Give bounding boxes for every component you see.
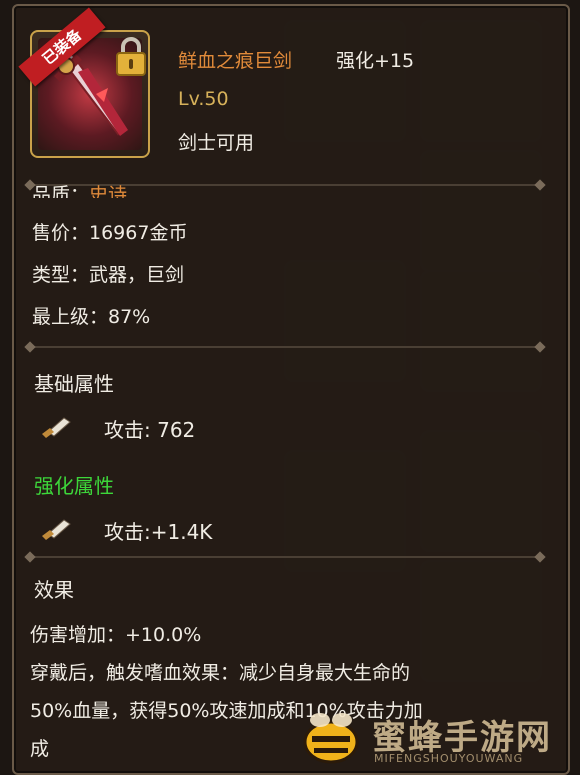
enhance-level: 强化+15 [336,50,415,72]
bee-logo-icon [300,712,362,766]
divider [30,556,540,558]
sword-icon [40,516,74,542]
quality-line: 品质：史诗 [32,180,127,198]
effect-title: 效果 [34,578,74,602]
watermark: 蜜蜂手游网 MIFENGSHOUYOUWANG [300,708,570,768]
usable-class: 剑士可用 [178,132,255,154]
top-rank-line: 最上级：87% [32,306,151,328]
sword-icon [40,414,74,440]
enhance-attrs-title: 强化属性 [34,474,114,498]
effect-line: 伤害增加：+10.0% [30,624,202,646]
lock-icon[interactable] [114,36,148,78]
base-attack: 攻击: 762 [104,418,196,442]
item-level: Lv.50 [178,88,229,110]
watermark-subtext: MIFENGSHOUYOUWANG [374,752,524,765]
enhance-attack: 攻击:+1.4K [104,520,213,544]
base-attrs-title: 基础属性 [34,372,114,396]
divider [30,346,540,348]
quality-value: 史诗 [89,184,128,198]
effect-line: 成 [30,738,50,760]
price-line: 售价：16967金币 [32,222,188,244]
item-name: 鲜血之痕巨剑 [178,50,293,72]
effect-line: 穿戴后，触发嗜血效果：减少自身最大生命的 [30,662,411,684]
type-line: 类型：武器，巨剑 [32,264,185,286]
quality-label: 品质： [32,184,90,198]
